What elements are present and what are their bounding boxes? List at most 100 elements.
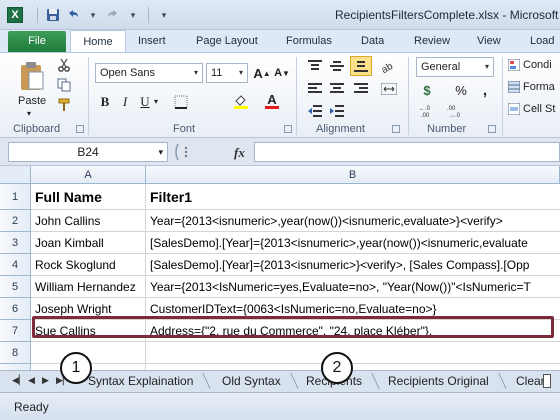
increase-decimal-icon[interactable]: ←.0.00 <box>418 103 440 119</box>
decrease-indent-icon[interactable] <box>306 103 324 119</box>
customize-qat-icon[interactable]: ▾ <box>155 6 173 24</box>
row-header[interactable]: 4 <box>0 254 31 276</box>
number-format-combo[interactable]: General ▾ <box>416 57 494 77</box>
chevron-down-icon[interactable]: ▾ <box>158 143 163 161</box>
cell-a[interactable]: Rock Skoglund <box>31 254 146 276</box>
shrink-font-icon: A <box>274 67 283 79</box>
chevron-down-icon[interactable]: ▾ <box>190 64 202 82</box>
underline-dropdown-icon[interactable]: ▾ <box>154 97 158 106</box>
accounting-format-button[interactable]: $ <box>416 81 438 99</box>
sheet-tab-recipients-original[interactable]: Recipients Original <box>380 371 497 391</box>
row-header[interactable]: 5 <box>0 276 31 298</box>
increase-indent-icon[interactable] <box>328 103 346 119</box>
status-text: Ready <box>14 400 49 414</box>
cell-b[interactable]: [SalesDemo].[Year]={2013<isnumeric>,year… <box>146 232 560 254</box>
bold-button[interactable]: B <box>96 93 114 111</box>
shrink-font-button[interactable]: A ▼ <box>273 63 291 83</box>
ribbon-home: Paste ▾ Clipboard Open Sans ▾ 11 ▾ A ▲ A ▼… <box>0 52 560 138</box>
clipboard-dialog-launcher-icon[interactable] <box>76 125 84 133</box>
tab-review[interactable]: Review <box>414 30 450 52</box>
grow-font-button[interactable]: A ▲ <box>253 63 271 83</box>
chevron-down-icon[interactable]: ▾ <box>235 64 247 82</box>
align-middle-icon[interactable] <box>328 58 346 74</box>
tab-load-test[interactable]: Load T <box>530 30 560 69</box>
paste-label[interactable]: Paste <box>18 95 46 107</box>
cell-b[interactable] <box>146 342 560 364</box>
clipboard-group-label: Clipboard <box>13 123 61 135</box>
align-left-icon[interactable] <box>306 81 324 97</box>
fill-color-icon[interactable] <box>230 93 252 111</box>
select-all-corner[interactable] <box>0 166 31 184</box>
comma-style-button[interactable]: , <box>476 81 494 99</box>
qat-separator <box>148 7 149 23</box>
copy-icon[interactable] <box>56 77 72 93</box>
tab-view[interactable]: View <box>477 30 501 52</box>
cell-b[interactable]: Year={2013<IsNumeric=yes,Evaluate=no>, "… <box>146 276 560 298</box>
tab-split-handle[interactable] <box>543 374 551 388</box>
row-header[interactable]: 8 <box>0 342 31 364</box>
worksheet-grid[interactable]: A B 1 Full Name Filter1 2 John Callins Year={… <box>0 166 560 370</box>
italic-button[interactable]: I <box>116 93 134 111</box>
row-header[interactable]: 6 <box>0 298 31 320</box>
next-sheet-icon[interactable]: ▶ <box>42 375 49 386</box>
tab-insert[interactable]: Insert <box>138 30 166 52</box>
redo-dropdown-icon[interactable]: ▾ <box>124 6 142 24</box>
align-top-icon[interactable] <box>306 58 324 74</box>
align-bottom-icon[interactable] <box>350 56 372 76</box>
number-dialog-launcher-icon[interactable] <box>488 125 496 133</box>
cell-a[interactable]: William Hernandez <box>31 276 146 298</box>
name-box-value: B24 <box>77 145 99 159</box>
tab-file[interactable]: File <box>8 31 66 52</box>
cut-icon[interactable] <box>56 57 72 73</box>
undo-dropdown-icon[interactable]: ▾ <box>84 6 102 24</box>
cell-b[interactable]: [SalesDemo].[Year]={2013<isnumeric>}<ver… <box>146 254 560 276</box>
tab-home[interactable]: Home <box>70 30 126 52</box>
tab-page-layout[interactable]: Page Layout <box>196 30 258 52</box>
cell-b[interactable]: Year={2013<isnumeric>,year(now())<isnume… <box>146 210 560 232</box>
cell-a[interactable]: Full Name <box>31 184 146 210</box>
formula-input[interactable] <box>254 142 560 162</box>
redo-icon[interactable] <box>104 6 122 24</box>
cell-b[interactable]: Filter1 <box>146 184 560 210</box>
tab-formulas[interactable]: Formulas <box>286 30 332 52</box>
font-color-button[interactable]: A <box>262 91 282 111</box>
insert-function-button[interactable]: fx <box>234 145 245 161</box>
name-box[interactable]: B24 ▾ <box>8 142 168 162</box>
excel-app-icon[interactable]: X <box>7 7 23 23</box>
percent-style-button[interactable]: % <box>452 81 470 99</box>
borders-icon[interactable] <box>170 93 192 111</box>
first-sheet-icon[interactable]: ◀▏ <box>12 375 26 386</box>
group-separator <box>88 57 89 135</box>
underline-button[interactable]: U <box>136 93 154 111</box>
paste-dropdown-icon[interactable]: ▾ <box>27 109 31 118</box>
orientation-icon[interactable]: ab <box>378 58 400 74</box>
conditional-formatting-button[interactable]: Condi <box>508 59 552 71</box>
prev-sheet-icon[interactable]: ◀ <box>28 375 35 386</box>
undo-icon[interactable] <box>64 6 82 24</box>
decrease-decimal-icon[interactable]: .00 →.0 <box>446 103 468 119</box>
format-as-table-button[interactable]: Forma <box>508 81 555 93</box>
cell-styles-button[interactable]: Cell St <box>508 103 555 115</box>
chevron-down-icon[interactable]: ▾ <box>481 58 493 76</box>
column-header-a[interactable]: A <box>31 166 146 184</box>
align-right-icon[interactable] <box>352 81 370 97</box>
align-center-icon[interactable] <box>328 81 346 97</box>
row-header[interactable]: 7 <box>0 320 31 342</box>
alignment-dialog-launcher-icon[interactable] <box>392 125 400 133</box>
row-header[interactable]: 1 <box>0 184 31 210</box>
font-dialog-launcher-icon[interactable] <box>284 125 292 133</box>
tab-data[interactable]: Data <box>361 30 384 52</box>
sheet-tab-syntax-explaination[interactable]: Syntax Explaination <box>80 371 201 391</box>
save-icon[interactable] <box>44 6 62 24</box>
cell-a[interactable]: John Callins <box>31 210 146 232</box>
merge-center-icon[interactable] <box>378 81 400 97</box>
row-header[interactable]: 3 <box>0 232 31 254</box>
sheet-tab-old-syntax[interactable]: Old Syntax <box>214 371 289 391</box>
row-header[interactable]: 2 <box>0 210 31 232</box>
paste-icon[interactable] <box>14 59 50 93</box>
font-name-combo[interactable]: Open Sans ▾ <box>95 63 203 83</box>
column-header-b[interactable]: B <box>146 166 560 184</box>
font-size-combo[interactable]: 11 ▾ <box>206 63 248 83</box>
cell-a[interactable]: Joan Kimball <box>31 232 146 254</box>
format-painter-icon[interactable] <box>56 97 72 113</box>
